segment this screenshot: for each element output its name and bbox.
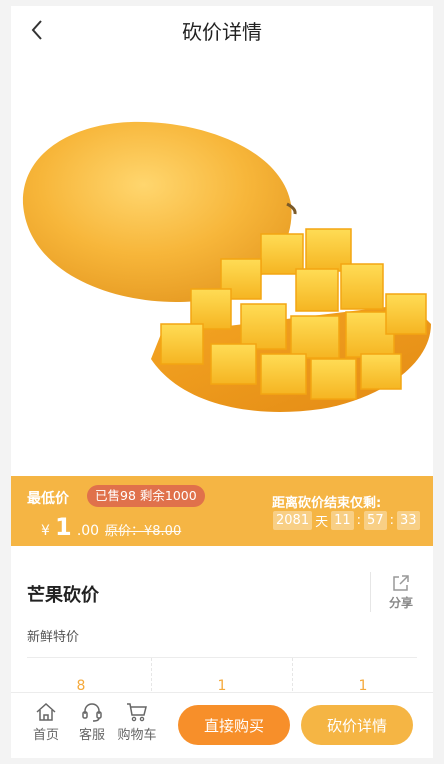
product-image	[11, 54, 433, 476]
stat-value: 1	[152, 658, 293, 696]
price-banner: 最低价 已售98 剩余1000 ¥ 1 .00 原价：¥8.00 距离砍价结束仅…	[11, 476, 433, 546]
countdown-days: 2081	[273, 511, 313, 530]
countdown-timer: 2081 天 11 : 57 : 33	[273, 511, 420, 530]
countdown-label: 距离砍价结束仅剩:	[272, 496, 382, 511]
stats-row: 8 1 1	[11, 658, 433, 696]
header-bar: 砍价详情	[11, 6, 433, 54]
buy-now-button[interactable]: 直接购买	[178, 705, 290, 745]
price-integer: 1	[55, 513, 72, 541]
home-icon	[36, 702, 56, 721]
stat-value: 1	[358, 678, 368, 694]
page-title: 砍价详情	[182, 20, 262, 44]
share-icon	[393, 575, 409, 591]
share-label: 分享	[388, 596, 413, 610]
nav-home[interactable]: 首页	[26, 701, 66, 743]
sold-badge: 已售98 剩余1000	[87, 485, 205, 507]
phone-screen: 砍价详情 最低价 已售98 剩余1000 ¥ 1 .00 原价：¥8.00 距离…	[11, 6, 433, 758]
time-separator: :	[389, 513, 394, 528]
countdown-minutes: 57	[364, 511, 387, 530]
time-separator: :	[356, 513, 362, 528]
nav-cart[interactable]: 购物车	[117, 701, 157, 743]
price-decimal: .00	[76, 523, 100, 539]
product-subtitle: 新鲜特价	[27, 630, 80, 645]
nav-home-label: 首页	[32, 728, 59, 743]
currency-symbol: ¥	[41, 523, 50, 539]
countdown-hours: 11	[331, 511, 354, 530]
cart-icon	[127, 703, 147, 722]
current-price: ¥ 1 .00	[41, 513, 99, 541]
stat-value: 8	[11, 658, 152, 696]
bottom-action-bar: 首页 客服 购物车 直接购买 砍价详情	[11, 692, 433, 758]
divider	[370, 572, 371, 612]
bargain-detail-button[interactable]: 砍价详情	[301, 705, 413, 745]
product-name: 芒果砍价	[27, 585, 99, 606]
headset-icon	[82, 703, 102, 722]
share-button[interactable]: 分享	[383, 574, 419, 614]
nav-service[interactable]: 客服	[72, 701, 112, 743]
day-unit: 天	[315, 515, 329, 530]
product-info: 芒果砍价 分享 新鲜特价 8 1 1	[11, 546, 433, 696]
nav-service-label: 客服	[78, 728, 105, 743]
countdown-seconds: 33	[396, 511, 420, 530]
lowest-price-label: 最低价	[27, 491, 69, 507]
nav-cart-label: 购物车	[117, 728, 157, 743]
original-price: 原价：¥8.00	[105, 524, 182, 539]
